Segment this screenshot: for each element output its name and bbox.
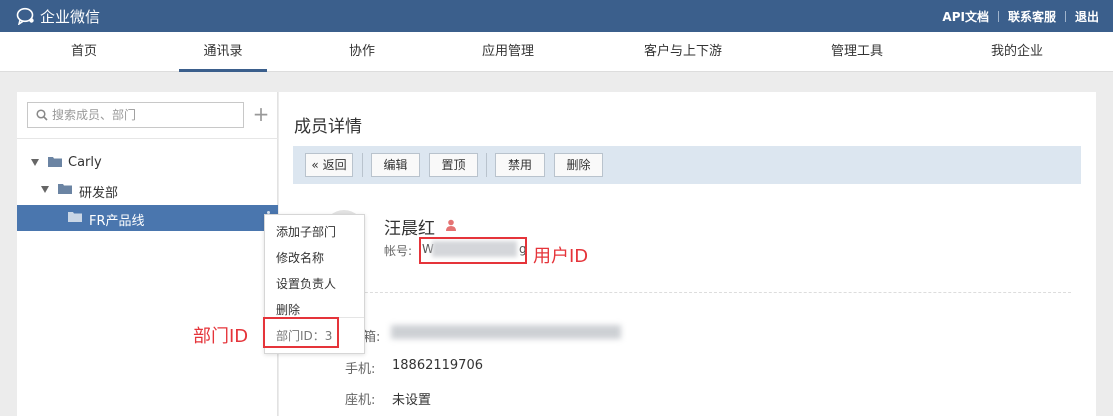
female-person-icon <box>445 219 457 235</box>
back-button[interactable]: « 返回 <box>305 153 353 177</box>
page-title: 成员详情 <box>294 117 362 137</box>
double-chevron-left-icon: « <box>311 158 319 172</box>
search-icon <box>36 109 48 125</box>
tree-item-rnd[interactable]: 研发部 <box>17 177 278 203</box>
tree-item-carly[interactable]: Carly <box>17 150 278 176</box>
user-id-highlight-box <box>419 237 527 264</box>
mobile-value: 18862119706 <box>392 358 483 373</box>
section-divider <box>345 292 1071 293</box>
disable-button[interactable]: 禁用 <box>495 153 545 177</box>
delete-button[interactable]: 删除 <box>554 153 603 177</box>
dept-id-annotation: 部门ID <box>193 326 249 347</box>
link-divider <box>1064 11 1066 22</box>
dept-id-highlight-box <box>263 317 339 348</box>
folder-icon <box>58 184 72 194</box>
menu-rename[interactable]: 修改名称 <box>276 249 324 266</box>
email-value-redacted <box>391 325 621 339</box>
pin-button[interactable]: 置顶 <box>429 153 478 177</box>
menu-set-leader[interactable]: 设置负责人 <box>276 275 336 292</box>
logout-link[interactable]: 退出 <box>1075 8 1099 25</box>
landline-label: 座机: <box>345 393 376 408</box>
member-name: 汪晨红 <box>384 219 435 239</box>
panel-divider <box>17 138 278 139</box>
mobile-label: 手机: <box>345 362 376 377</box>
app-title: 企业微信 <box>40 7 101 26</box>
tree-item-fr-product-line[interactable]: FR产品线 <box>17 205 278 231</box>
add-button[interactable]: + <box>251 102 271 128</box>
org-tree-panel: + Carly 研发部 FR产品线 <box>17 92 278 416</box>
top-bar: 企业微信 API文档 联系客服 退出 <box>0 0 1113 32</box>
contact-support-link[interactable]: 联系客服 <box>1008 8 1056 25</box>
user-id-annotation: 用户ID <box>533 246 589 267</box>
nav-home[interactable]: 首页 <box>44 32 124 72</box>
edit-button[interactable]: 编辑 <box>371 153 420 177</box>
expand-arrow-icon[interactable] <box>31 159 39 166</box>
expand-arrow-icon[interactable] <box>41 186 49 193</box>
member-detail-panel: 成员详情 « 返回 编辑 置顶 禁用 删除 汪晨红 帐号: W g 箱: 手机:… <box>279 92 1096 416</box>
app-logo[interactable]: 企业微信 <box>16 6 100 26</box>
menu-add-subdepartment[interactable]: 添加子部门 <box>276 223 336 240</box>
link-divider <box>997 11 999 22</box>
api-docs-link[interactable]: API文档 <box>942 8 989 25</box>
tree-item-label: FR产品线 <box>89 214 145 229</box>
account-label: 帐号: <box>384 244 413 258</box>
email-label: 箱: <box>363 330 381 345</box>
search-box <box>27 102 244 128</box>
menu-delete[interactable]: 删除 <box>276 301 300 318</box>
landline-value: 未设置 <box>392 393 432 408</box>
tree-item-label: 研发部 <box>79 186 119 201</box>
wecom-logo-icon <box>16 7 36 25</box>
nav-app-management[interactable]: 应用管理 <box>464 32 552 72</box>
nav-collaboration[interactable]: 协作 <box>322 32 402 72</box>
nav-my-enterprise[interactable]: 我的企业 <box>973 32 1061 72</box>
tree-item-label: Carly <box>68 155 102 170</box>
nav-customers-partners[interactable]: 客户与上下游 <box>628 32 738 72</box>
top-links: API文档 联系客服 退出 <box>942 8 1099 25</box>
toolbar-divider <box>486 153 487 177</box>
folder-icon <box>68 212 82 222</box>
detail-toolbar: « 返回 编辑 置顶 禁用 删除 <box>293 146 1081 184</box>
toolbar-divider <box>362 153 363 177</box>
nav-management-tools[interactable]: 管理工具 <box>813 32 901 72</box>
main-nav: 首页 通讯录 协作 应用管理 客户与上下游 管理工具 我的企业 <box>0 32 1113 72</box>
folder-icon <box>48 157 62 167</box>
nav-contacts[interactable]: 通讯录 <box>179 32 267 72</box>
search-input[interactable] <box>52 106 240 124</box>
